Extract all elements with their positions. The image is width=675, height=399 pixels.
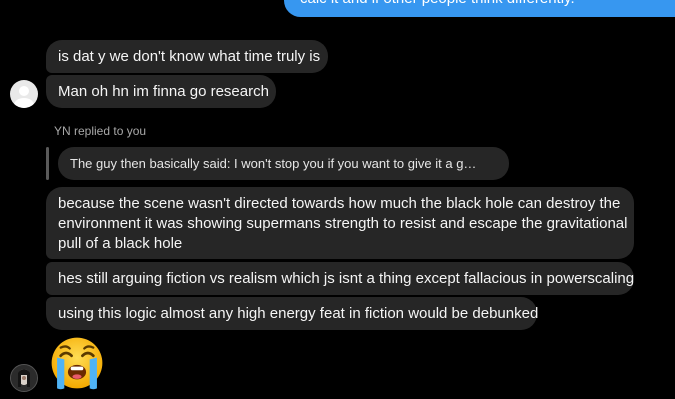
loudly-crying-face-icon[interactable] — [48, 334, 106, 392]
incoming-message-bubble[interactable]: hes still arguing fiction vs realism whi… — [46, 262, 634, 295]
message-text-line: pull of a black hole — [58, 235, 183, 252]
quoted-message-text: The guy then basically said: I won't sto… — [70, 156, 477, 171]
incoming-message-bubble[interactable]: is dat y we don't know what time truly i… — [46, 40, 328, 73]
avatar-shoulders-shape — [14, 98, 34, 108]
sender-photo-avatar[interactable] — [10, 364, 38, 392]
incoming-message-bubble[interactable]: using this logic almost any high energy … — [46, 297, 539, 330]
message-text: hes still arguing fiction vs realism whi… — [58, 270, 635, 287]
replied-to-label: YN replied to you — [54, 124, 147, 138]
profile-photo-icon — [11, 365, 37, 391]
outgoing-message-bubble[interactable]: calc it and if other people think differ… — [284, 0, 675, 17]
message-text: using this logic almost any high energy … — [58, 305, 539, 322]
quoted-message[interactable]: The guy then basically said: I won't sto… — [58, 147, 509, 180]
message-text-line: because the scene wasn't directed toward… — [58, 195, 621, 212]
incoming-message-bubble[interactable]: because the scene wasn't directed toward… — [46, 187, 634, 259]
message-text: is dat y we don't know what time truly i… — [58, 48, 321, 65]
message-text-line: environment it was showing supermans str… — [58, 215, 628, 232]
message-text: Man oh hn im finna go research — [58, 83, 269, 100]
sender-avatar[interactable] — [10, 80, 38, 108]
incoming-message-bubble[interactable]: Man oh hn im finna go research — [46, 75, 276, 108]
reply-indicator-bar — [46, 147, 49, 180]
avatar-head-shape — [19, 86, 29, 96]
outgoing-message-text: calc it and if other people think differ… — [300, 0, 575, 9]
